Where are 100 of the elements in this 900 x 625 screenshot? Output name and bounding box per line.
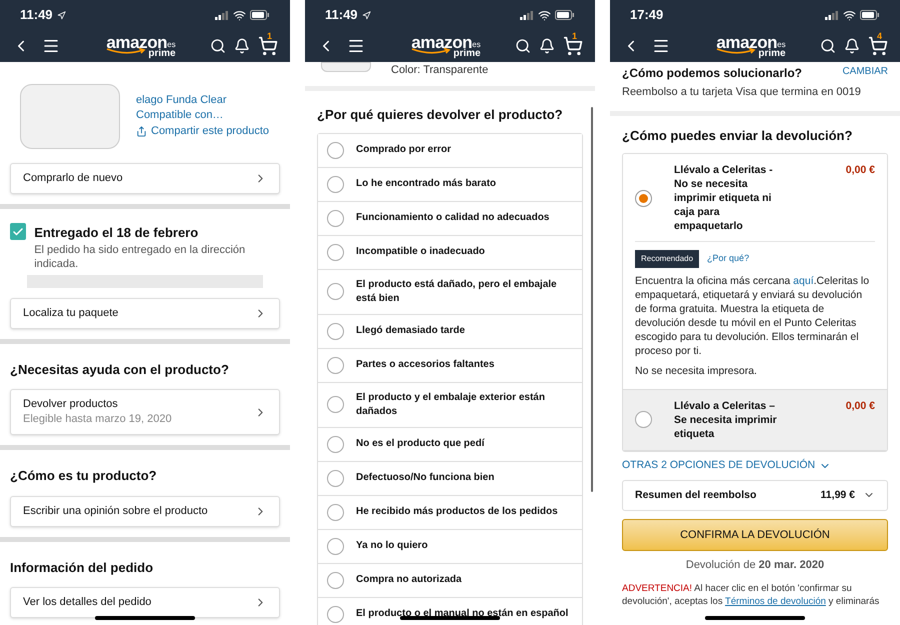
radio-button[interactable] <box>327 142 344 158</box>
radio-button[interactable] <box>327 572 344 588</box>
delivery-text: El pedido ha sido entregado en la dirección indicada. <box>34 242 246 270</box>
search-icon[interactable] <box>210 38 226 54</box>
refund-summary-button[interactable]: Resumen del reembolso 11,99 € <box>622 480 888 512</box>
search-icon[interactable] <box>820 38 836 54</box>
radio-button[interactable] <box>327 436 344 452</box>
radio-button[interactable] <box>327 504 344 520</box>
menu-icon[interactable] <box>42 37 60 55</box>
signal-icon <box>825 10 839 20</box>
option-note: No se necesita impresora. <box>635 364 758 379</box>
logo-subtext: prime <box>453 48 481 58</box>
cart-count: 4 <box>876 31 884 41</box>
battery-icon <box>555 10 575 20</box>
radio-button[interactable] <box>327 396 344 413</box>
more-options-link[interactable]: OTRAS 2 OPCIONES DE DEVOLUCIÓN <box>610 458 900 474</box>
reason-option[interactable]: Compra no autorizada <box>318 564 582 598</box>
delivery-title: Entregado el 18 de febrero <box>34 224 200 242</box>
radio-button[interactable] <box>327 470 344 486</box>
reason-option[interactable]: Ya no lo quiero <box>318 530 582 564</box>
menu-icon[interactable] <box>347 37 365 55</box>
wifi-icon <box>843 8 856 22</box>
share-link[interactable]: Compartir este producto <box>136 123 269 140</box>
reason-option[interactable]: No es el producto que pedí <box>318 428 582 462</box>
reason-option[interactable]: Partes o accesorios faltantes <box>318 348 582 382</box>
reason-option[interactable]: El producto o el manual no están en español <box>318 598 582 625</box>
radio-button[interactable] <box>327 283 344 300</box>
search-icon[interactable] <box>515 38 531 54</box>
status-time: 11:49 <box>325 6 358 24</box>
radio-button[interactable] <box>327 244 344 260</box>
logo-text: amazon <box>716 34 778 50</box>
radio-button[interactable] <box>635 411 652 428</box>
option-description: Encuentra la oficina más cercana aquí.Celeritas lo empaquetará, etiquetará y enviará su devolución de forma gratuita. Muestra la etiqueta de devolución desde tu móvil en el Punto Celeritas escogido para tu devolución. Ellos terminarán el proceso por ti. <box>635 274 870 358</box>
section-row-button[interactable]: Devolver productos Elegible hasta marzo 19, 2020 <box>10 389 280 435</box>
radio-button[interactable] <box>327 322 344 340</box>
logo-text: amazon <box>106 34 168 50</box>
smile-arrow-icon <box>716 48 756 54</box>
radio-button[interactable] <box>327 606 344 622</box>
radio-button[interactable] <box>327 538 344 554</box>
radio-button[interactable] <box>327 176 344 192</box>
track-package-button[interactable]: Localiza tu paquete <box>10 298 280 328</box>
section-heading: ¿Por qué quieres devolver el producto? <box>316 106 564 124</box>
option-price: 0,00 € <box>846 163 875 178</box>
logo-suffix: es <box>167 40 176 48</box>
option-price: 0,00 € <box>846 398 875 414</box>
logo-text: amazon <box>411 34 472 50</box>
why-link[interactable]: ¿Por qué? <box>707 252 750 266</box>
menu-icon[interactable] <box>652 37 670 55</box>
bell-icon[interactable] <box>234 38 250 54</box>
section-row-button[interactable]: Ver los detalles del pedido <box>10 587 280 618</box>
smile-arrow-icon <box>411 48 452 54</box>
confirm-return-button[interactable]: CONFIRMA LA DEVOLUCIÓN <box>622 519 888 552</box>
reason-option[interactable]: El producto está dañado, pero el embajale está bien <box>318 270 582 314</box>
logo-subtext: prime <box>758 48 786 58</box>
reason-option[interactable]: Incompatible o inadecuado <box>318 236 582 270</box>
share-icon <box>136 126 147 137</box>
shipping-option[interactable]: Llévalo a Celeritas - No se necesita imprimir etiqueta ni caja para empaquetarlo 0,00 € Recomendado ¿Por qué? Encuentra la oficina más cercana aquí.Celeritas lo empaquetará, etiquetará y enviará su devolución de forma gratuita. Muestra la etiqueta de devolución desde tu móvil en el Punto Celeritas escogido para tu devolución. Ellos terminarán el proceso por ti. No se necesita impresora. <box>623 154 887 390</box>
product-title-link[interactable]: elago Funda Clear Compatible con… <box>136 93 236 124</box>
wifi-icon <box>233 8 246 22</box>
section-row-button[interactable]: Escribir una opinión sobre el producto <box>10 496 280 526</box>
buy-again-button[interactable]: Comprarlo de nuevo <box>10 163 280 194</box>
reason-option[interactable]: Comprado por error <box>318 134 582 168</box>
reason-option[interactable]: Lo he encontrado más barato <box>318 168 582 202</box>
radio-button[interactable] <box>635 190 652 206</box>
wifi-icon <box>538 8 551 22</box>
refund-text: Reembolso a tu tarjeta Visa que termina en 0019 <box>621 85 862 100</box>
reason-option[interactable]: Funcionamiento o calidad no adecuados <box>318 202 582 236</box>
shipping-option[interactable]: Llévalo a Celeritas – Se necesita imprimir etiqueta 0,00 € <box>623 390 887 451</box>
return-date: Devolución de 20 mar. 2020 <box>684 558 826 574</box>
battery-icon <box>860 10 880 20</box>
recommended-badge: Recomendado <box>635 250 700 268</box>
logo-suffix: es <box>472 40 481 48</box>
radio-button[interactable] <box>327 356 344 374</box>
here-link[interactable]: aquí <box>793 275 814 287</box>
bell-icon[interactable] <box>844 38 860 54</box>
reason-option[interactable]: El producto y el embalaje exterior están dañados <box>318 382 582 428</box>
logo-suffix: es <box>777 40 786 48</box>
section-heading: ¿Cómo es tu producto? <box>9 467 158 485</box>
section-heading: Información del pedido <box>9 558 154 577</box>
section-heading: ¿Cómo puedes enviar la devolución? <box>621 126 854 145</box>
status-time: 11:49 <box>20 6 53 24</box>
reason-option[interactable]: He recibido más productos de los pedidos <box>318 496 582 530</box>
product-photo-placeholder <box>321 62 371 72</box>
bell-icon[interactable] <box>539 38 555 54</box>
battery-icon <box>250 10 270 20</box>
section-heading: ¿Cómo podemos solucionarlo? <box>622 65 802 82</box>
logo-subtext: prime <box>148 48 176 58</box>
signal-icon <box>215 10 229 20</box>
signal-icon <box>520 10 534 20</box>
cart-count: 1 <box>571 31 578 41</box>
smile-arrow-icon <box>106 48 146 54</box>
cart-count: 1 <box>266 31 274 41</box>
section-heading: ¿Necesitas ayuda con el producto? <box>9 360 230 379</box>
warning-text: ADVERTENCIA! Al hacer clic en el botón 'confirmar su devolución', aceptas los Términos de devolución y eliminarás <box>621 582 880 608</box>
terms-link[interactable]: Términos de devolución <box>725 596 826 607</box>
reason-option[interactable]: Defectuoso/No funciona bien <box>318 462 582 496</box>
status-time: 17:49 <box>630 6 664 24</box>
reason-option[interactable]: Llegó demasiado tarde <box>318 314 582 348</box>
change-link[interactable]: CAMBIAR <box>842 64 888 79</box>
radio-button[interactable] <box>327 210 344 226</box>
